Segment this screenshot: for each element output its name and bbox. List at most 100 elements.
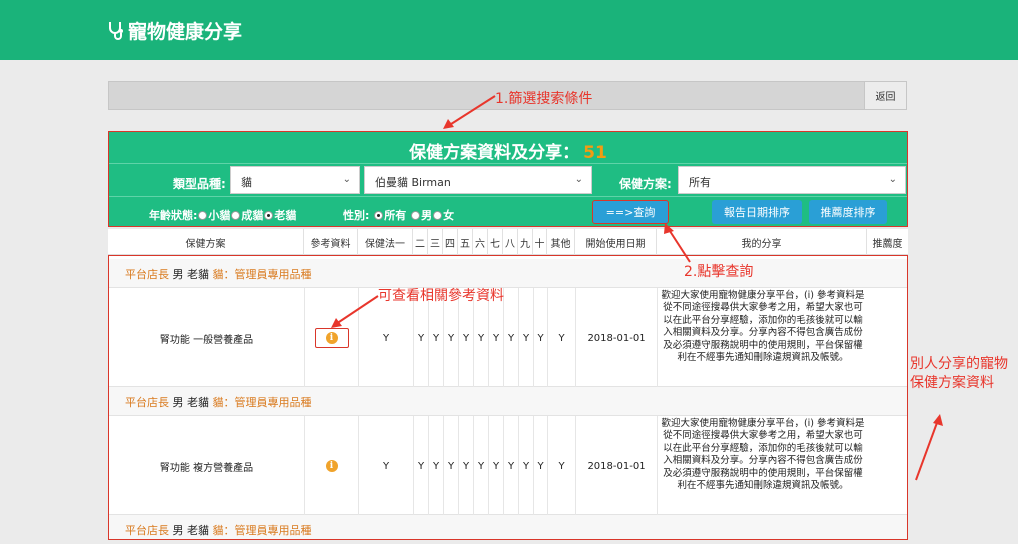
sort-by-date-button[interactable]: 報告日期排序 [712, 200, 802, 224]
gender-label: 性別: [343, 209, 370, 222]
age-option-senior: 老貓 [274, 209, 297, 222]
method-cell: Y [474, 416, 489, 516]
info-icon[interactable]: i [325, 460, 338, 472]
table-header: 保健方案 參考資料 保健法一 二 三 四 五 六 七 八 九 十 其他 開始使用… [108, 229, 908, 255]
age-option-kitten: 小貓 [208, 209, 231, 222]
type-select[interactable]: 貓 ⌄ [230, 166, 360, 194]
age-radio-adult[interactable] [231, 210, 241, 220]
col-my-share[interactable]: 我的分享 [657, 229, 867, 255]
col-plan[interactable]: 保健方案 [108, 229, 304, 255]
col-recommend[interactable]: 推薦度 [867, 229, 908, 255]
record-role: 平台店長 [125, 396, 169, 409]
gender-radio-all[interactable] [374, 210, 384, 220]
table-row[interactable]: 腎功能 複方營養產品 i Y Y Y Y Y Y Y Y Y Y Y 2018-… [109, 415, 907, 516]
method-cell: Y [459, 416, 474, 516]
col-method10[interactable]: 十 [533, 229, 547, 255]
col-method5[interactable]: 五 [458, 229, 473, 255]
divider [109, 196, 907, 197]
table-row[interactable]: 腎功能 一般營養產品 i Y Y Y Y Y Y Y Y Y Y Y 2018-… [109, 287, 907, 388]
annotation-others-share: 別人分享的寵物保健方案資料 [910, 356, 1008, 391]
method-cell: Y [429, 416, 444, 516]
record-header: 平台店長 男 老貓 貓：管理員專用品種 [109, 259, 907, 287]
method1-cell: Y [359, 416, 414, 516]
col-method3[interactable]: 三 [428, 229, 443, 255]
sort-by-recommend-button[interactable]: 推薦度排序 [809, 200, 887, 224]
record-role: 平台店長 [125, 268, 169, 281]
col-other[interactable]: 其他 [547, 229, 575, 255]
type-select-value: 貓 [241, 176, 252, 189]
record-breed-note: 貓：管理員專用品種 [212, 396, 312, 409]
record-gender: 男 [172, 268, 184, 281]
method-cell: Y [519, 416, 534, 516]
col-reference[interactable]: 參考資料 [304, 229, 358, 255]
gender-option-male: 男 [421, 209, 433, 222]
method-cell: Y [414, 416, 429, 516]
chevron-down-icon: ⌄ [574, 174, 583, 185]
age-radio-group: 年齡狀態: 小貓 成貓 老貓 [149, 207, 296, 223]
gender-radio-male[interactable] [411, 210, 421, 220]
col-start-date[interactable]: 開始使用日期 [575, 229, 657, 255]
record-age: 老貓 [187, 396, 209, 409]
reference-button[interactable]: i [314, 328, 349, 348]
col-method2[interactable]: 二 [413, 229, 428, 255]
age-label: 年齡狀態: [149, 209, 198, 222]
record-role: 平台店長 [125, 524, 169, 537]
gender-option-female: 女 [443, 209, 455, 222]
record-gender: 男 [172, 396, 184, 409]
gender-option-all: 所有 [384, 209, 407, 222]
record-gender: 男 [172, 524, 184, 537]
col-method7[interactable]: 七 [488, 229, 503, 255]
record-age: 老貓 [187, 268, 209, 281]
query-button[interactable]: ==>查詢 [592, 200, 669, 224]
arrow-icon [915, 414, 943, 481]
col-method4[interactable]: 四 [443, 229, 458, 255]
plan-label: 保健方案: [619, 177, 672, 191]
chevron-down-icon: ⌄ [888, 174, 897, 185]
record-header: 平台店長 男 老貓 貓：管理員專用品種 [109, 515, 907, 539]
record-breed-note: 貓：管理員專用品種 [212, 268, 312, 281]
annotation-step2: 2.點擊查詢 [684, 264, 754, 280]
col-method1[interactable]: 保健法一 [358, 229, 413, 255]
share-cell: 歡迎大家使用寵物健康分享平台，(i) 參考資料是從不同途徑搜尋供大家參考之用，希… [661, 418, 865, 492]
method-cell: Y [489, 416, 504, 516]
back-button[interactable]: 返回 [864, 82, 906, 109]
col-method8[interactable]: 八 [503, 229, 518, 255]
panel-title-text: 保健方案資料及分享： [409, 143, 580, 163]
breed-select[interactable]: 伯曼貓 Birman ⌄ [364, 166, 592, 194]
search-panel: 保健方案資料及分享： 51 類型品種: 貓 ⌄ 伯曼貓 Birman ⌄ 保健方案… [108, 131, 908, 227]
type-label: 類型品種: [173, 177, 226, 191]
age-radio-senior[interactable] [264, 210, 274, 220]
method-cell: Y [519, 288, 534, 388]
app-brand[interactable]: 寵物健康分享 [106, 17, 242, 44]
method-cell: Y [504, 288, 519, 388]
other-cell: Y [548, 416, 576, 516]
col-method9[interactable]: 九 [518, 229, 533, 255]
reference-cell: i [305, 416, 359, 516]
method-cell: Y [534, 416, 548, 516]
plan-select-value: 所有 [689, 176, 711, 189]
divider [109, 163, 907, 164]
age-radio-kitten[interactable] [198, 210, 208, 220]
top-navbar: 寵物健康分享 [0, 0, 1018, 60]
age-option-adult: 成貓 [241, 209, 264, 222]
method-cell: Y [534, 288, 548, 388]
gender-radio-group: 性別: 所有 男 女 [343, 207, 454, 223]
chevron-down-icon: ⌄ [342, 174, 351, 185]
start-date-cell: 2018-01-01 [576, 288, 658, 388]
plan-select[interactable]: 所有 ⌄ [678, 166, 906, 194]
gender-radio-female[interactable] [433, 210, 443, 220]
plan-cell: 腎功能 一般營養產品 [109, 288, 305, 388]
method-cell: Y [504, 416, 519, 516]
result-count: 51 [583, 143, 607, 163]
other-cell: Y [548, 288, 576, 388]
plan-cell: 腎功能 複方營養產品 [109, 416, 305, 516]
annotation-step1: 1.篩選搜索條件 [495, 91, 593, 107]
app-title: 寵物健康分享 [128, 21, 243, 43]
results-table: 平台店長 男 老貓 貓：管理員專用品種 腎功能 一般營養產品 i Y Y Y Y… [108, 255, 908, 540]
record-age: 老貓 [187, 524, 209, 537]
method-cell: Y [444, 416, 459, 516]
annotation-reference: 可查看相關參考資料 [378, 288, 504, 304]
breed-select-value: 伯曼貓 Birman [375, 176, 451, 189]
col-method6[interactable]: 六 [473, 229, 488, 255]
info-icon: i [325, 332, 338, 344]
